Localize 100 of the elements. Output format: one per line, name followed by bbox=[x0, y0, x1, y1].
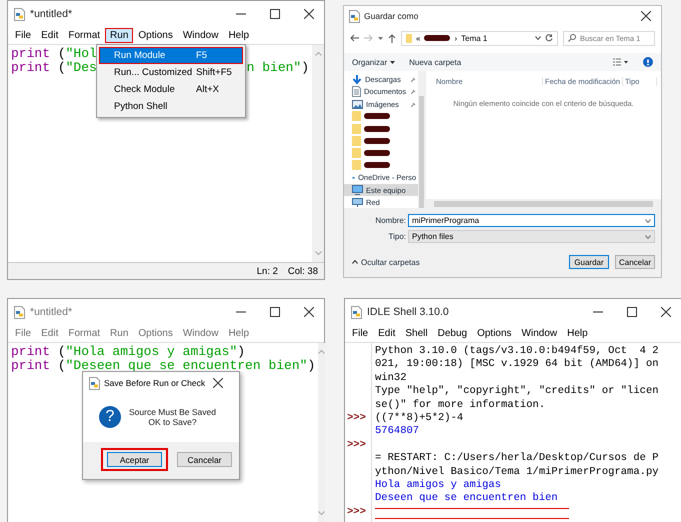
dialog-button[interactable]: Cancelar bbox=[177, 452, 232, 467]
menu-item[interactable]: Help bbox=[223, 28, 254, 43]
chevron-down-icon[interactable] bbox=[378, 36, 383, 40]
menu-item[interactable]: Edit bbox=[36, 28, 64, 43]
code-token: "Des bbox=[66, 60, 97, 74]
field-label: Tipo: bbox=[388, 232, 406, 241]
window-title: *untitled* bbox=[30, 306, 74, 318]
menu-item[interactable]: File bbox=[347, 326, 374, 341]
address-bar[interactable]: « › Tema 1 bbox=[401, 30, 558, 46]
shell-line: 021, 19:00:18) [MSC v.1929 64 bit (AMD64)] on bbox=[374, 358, 659, 372]
menu-item[interactable]: Run Module F5 bbox=[99, 47, 243, 64]
folder-icon bbox=[352, 111, 361, 122]
python-file-icon bbox=[351, 306, 362, 318]
redaction-mark bbox=[364, 150, 390, 156]
code-token: ( bbox=[56, 60, 66, 74]
file-name-field[interactable]: miPrimerPrograma bbox=[408, 214, 655, 227]
caret-icon bbox=[390, 60, 396, 64]
shell-line: Deseen que se encuentren bien bbox=[374, 492, 558, 506]
menu-item[interactable]: Debug bbox=[432, 326, 472, 341]
network-icon bbox=[352, 198, 363, 207]
dialog-button[interactable]: Cancelar bbox=[615, 255, 655, 269]
chevron-up-icon bbox=[352, 260, 358, 264]
folder-icon bbox=[352, 136, 361, 146]
shell-line: ython/Nivel Basico/Tema 1/miPrimerPrograma.py bbox=[374, 466, 659, 479]
redaction-mark bbox=[364, 113, 390, 120]
menu-item[interactable]: Check Module Alt+X bbox=[99, 81, 243, 98]
scrollbar[interactable] bbox=[426, 199, 661, 208]
code-token: ( bbox=[56, 358, 66, 372]
download-arrow-icon bbox=[352, 74, 362, 85]
menu-item[interactable]: Run... Customized Shift+F5 bbox=[99, 64, 243, 81]
field-label: Nombre: bbox=[374, 216, 406, 225]
code-token: print bbox=[11, 358, 50, 372]
breadcrumb-separator: › bbox=[454, 34, 458, 42]
menu-item[interactable]: Run bbox=[105, 28, 134, 43]
menu-item[interactable]: Options bbox=[133, 28, 178, 43]
code-token: "Deseen que se encuentren bien" bbox=[66, 358, 308, 372]
redaction-mark bbox=[424, 35, 450, 41]
back-arrow-icon[interactable] bbox=[350, 34, 359, 42]
code-token: print bbox=[11, 60, 50, 74]
breadcrumb-overflow[interactable]: « bbox=[416, 34, 420, 42]
chevron-down-icon[interactable] bbox=[535, 36, 541, 40]
window-title: *untitled* bbox=[30, 8, 74, 20]
close-icon[interactable] bbox=[304, 307, 314, 317]
help-icon[interactable] bbox=[643, 57, 653, 67]
code-token: n bien" bbox=[246, 60, 302, 74]
menu-item[interactable]: File bbox=[10, 28, 36, 43]
search-icon bbox=[568, 34, 576, 42]
toolbar-button[interactable]: Organizar bbox=[352, 58, 396, 66]
redaction-mark bbox=[364, 162, 390, 168]
chevron-down-icon[interactable] bbox=[645, 234, 651, 238]
chevron-down-icon[interactable] bbox=[645, 218, 651, 222]
menu-item[interactable]: Format bbox=[63, 28, 106, 43]
shell-prompt: >>> bbox=[347, 412, 366, 426]
shell-line: Hola amigos y amigas bbox=[374, 478, 502, 492]
menu-item[interactable]: Help bbox=[562, 326, 593, 341]
python-file-icon bbox=[89, 376, 100, 390]
close-icon[interactable] bbox=[661, 307, 671, 317]
shell-prompt: >>> bbox=[347, 506, 366, 520]
code-token: "Hola amigos y amigas" bbox=[66, 345, 238, 358]
breadcrumb-folder[interactable]: Tema 1 bbox=[461, 34, 488, 42]
menu-item[interactable]: Python Shell bbox=[99, 98, 243, 115]
code-token: ( bbox=[56, 47, 66, 60]
maximize-icon[interactable] bbox=[270, 9, 280, 19]
menu-item[interactable]: Options bbox=[472, 326, 517, 341]
refresh-icon[interactable] bbox=[545, 34, 553, 42]
monitor-icon bbox=[352, 185, 363, 196]
code-token: ( bbox=[56, 345, 66, 358]
menu-item[interactable]: Shell bbox=[400, 326, 433, 341]
code-token: print bbox=[11, 47, 50, 60]
code-token: "Hol bbox=[66, 47, 97, 60]
python-file-icon bbox=[14, 306, 25, 318]
shell-line: Python 3.10.0 (tags/v3.10.0:b494f59, Oct 4 2 bbox=[374, 345, 659, 358]
shell-line: win32 bbox=[374, 372, 407, 386]
close-icon[interactable] bbox=[304, 9, 314, 19]
folder-icon bbox=[352, 124, 361, 134]
code-token: ) bbox=[307, 358, 316, 372]
maximize-icon[interactable] bbox=[627, 307, 637, 317]
image-icon bbox=[352, 100, 363, 109]
document-icon bbox=[352, 86, 361, 98]
up-arrow-icon[interactable] bbox=[388, 34, 396, 42]
hide-folders-toggle[interactable]: Ocultar carpetas bbox=[352, 258, 420, 266]
scrollbar[interactable] bbox=[418, 71, 425, 208]
maximize-icon[interactable] bbox=[270, 307, 280, 317]
toolbar-button[interactable]: Nueva carpeta bbox=[409, 58, 462, 66]
close-icon[interactable] bbox=[641, 11, 651, 21]
menu-item[interactable]: Window bbox=[178, 28, 224, 43]
menu-item[interactable]: Edit bbox=[373, 326, 400, 341]
view-options-icon[interactable] bbox=[613, 58, 629, 66]
close-icon[interactable] bbox=[213, 378, 223, 388]
dialog-message: Source Must Be Saved OK to Save? bbox=[129, 407, 216, 427]
question-icon: ? bbox=[99, 406, 121, 428]
dialog-button[interactable]: Guardar bbox=[569, 255, 609, 269]
column-number: Col: 38 bbox=[288, 266, 318, 276]
menu-item[interactable]: Window bbox=[516, 326, 562, 341]
dialog-button[interactable]: Aceptar bbox=[107, 452, 162, 467]
shell-line: Type "help", "copyright", "credits" or "licen bbox=[374, 385, 659, 399]
dialog-title: Save Before Run or Check bbox=[104, 378, 206, 388]
code-token: ) bbox=[301, 60, 310, 74]
file-type-dropdown[interactable]: Python files bbox=[408, 230, 655, 243]
shell-line: ((7**8)+5*2)-4 bbox=[374, 412, 464, 426]
